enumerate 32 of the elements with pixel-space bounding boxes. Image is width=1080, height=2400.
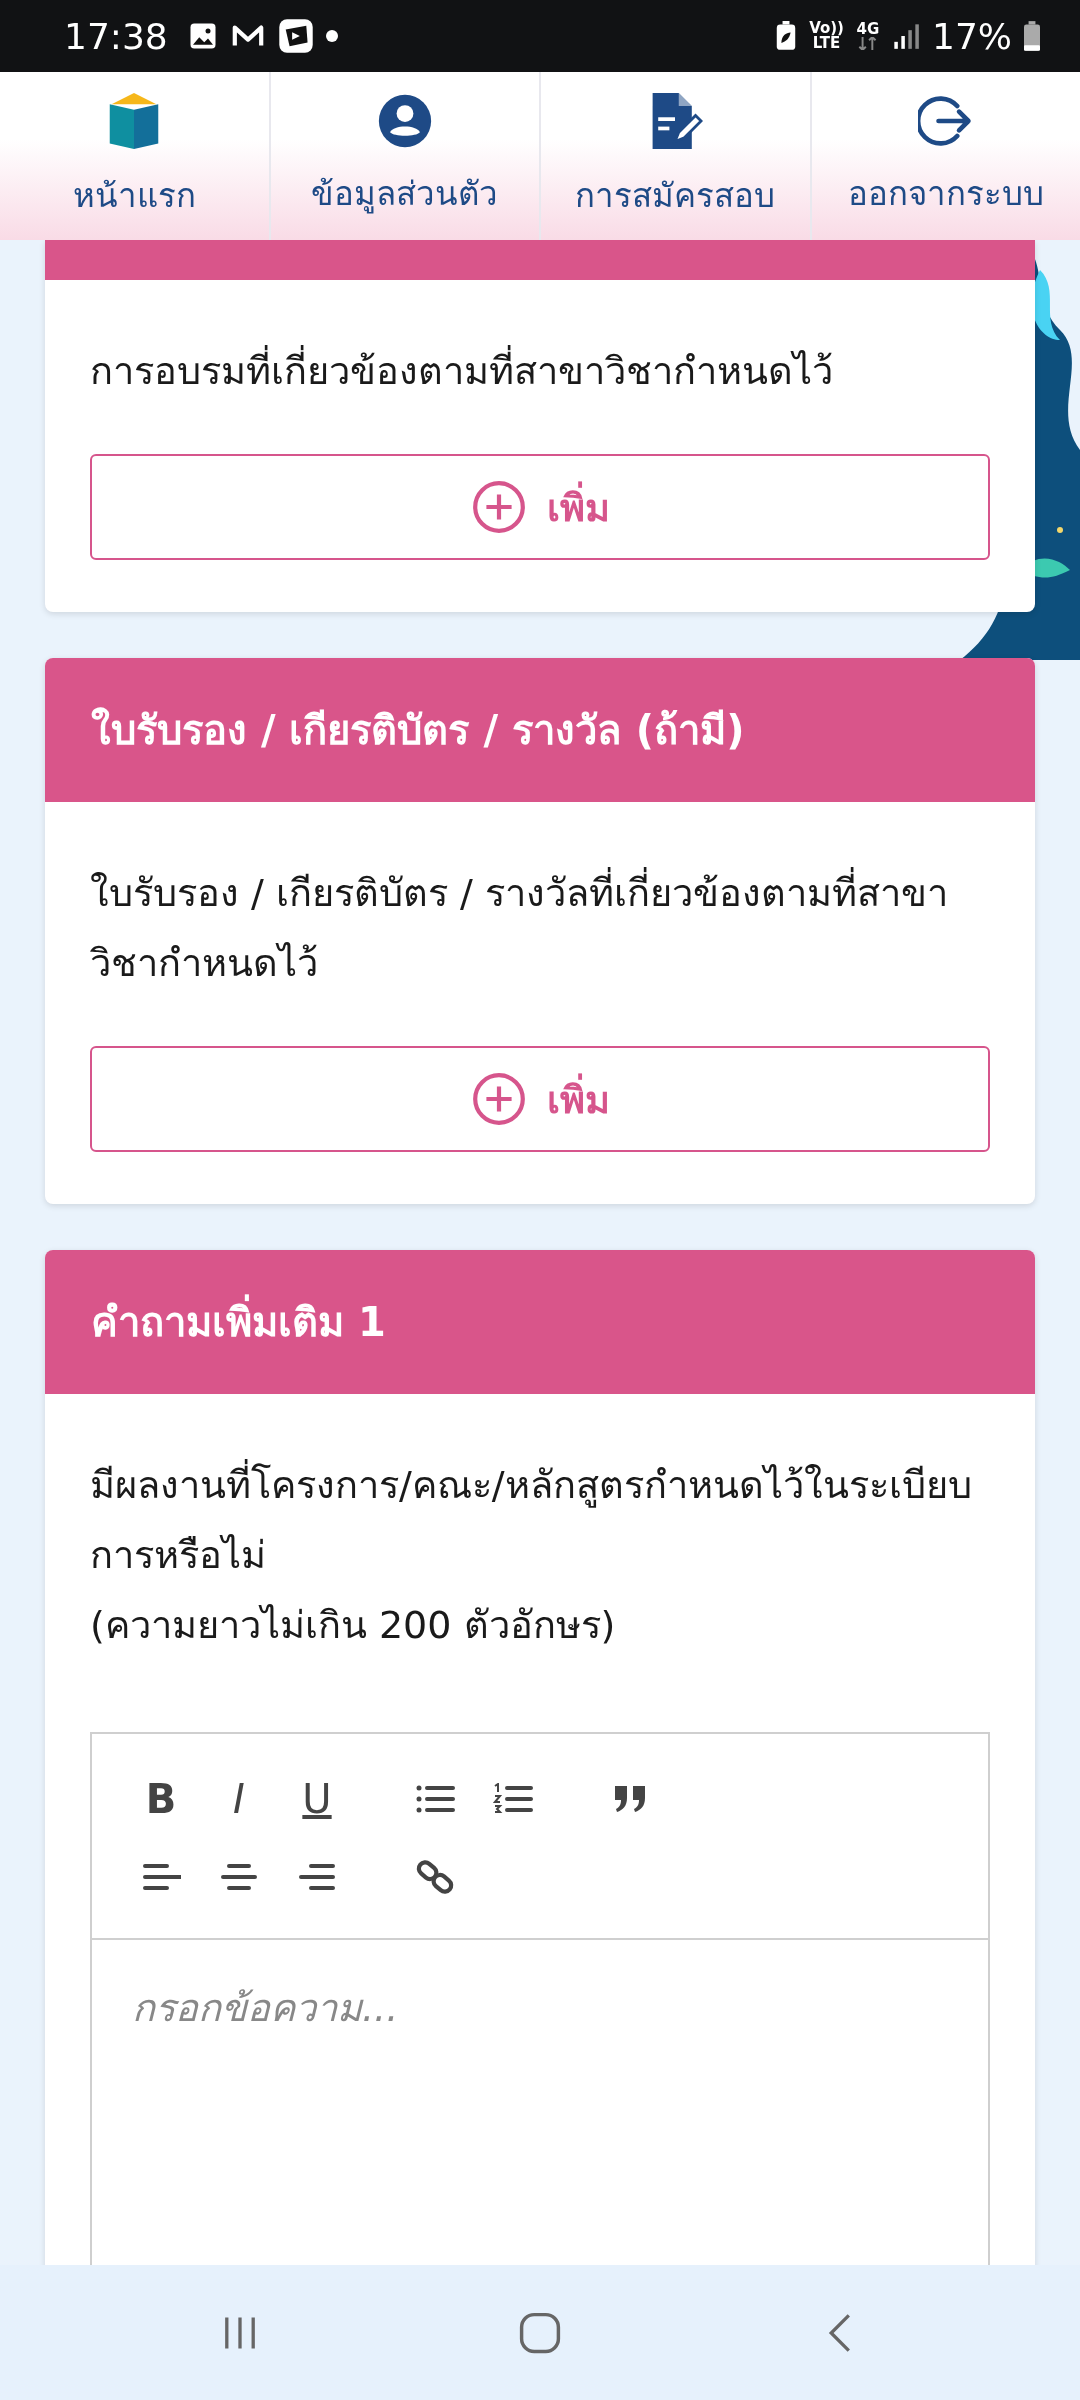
length-note: (ความยาวไม่เกิน 200 ตัวอักษร) (90, 1602, 617, 1649)
user-icon (376, 92, 433, 149)
link-icon (416, 1858, 454, 1896)
battery-saver-icon (775, 21, 798, 51)
volte-label: Vo)) (809, 21, 844, 36)
align-center-icon (219, 1862, 259, 1892)
numbered-list-icon (493, 1783, 533, 1815)
section-title: คำถามเพิ่มเติม 1 (87, 1286, 993, 1358)
nav-tab[interactable]: ออกจากระบบ (811, 72, 1080, 240)
text-input-field[interactable]: กรอกข้อความ... (92, 1940, 988, 2265)
add-button[interactable]: เพิ่ม (90, 454, 990, 560)
section-title: ใบรับรอง / เกียรติบัตร / รางวัล (ถ้ามี) (90, 706, 746, 755)
section-description: ใบรับรอง / เกียรติบัตร / รางวัลที่เกี่ยวข้องตามที่สาขาวิชากำหนดไว้ (90, 858, 990, 998)
section-description: มีผลงานที่โครงการ/คณะ/หลักสูตรกำหนดไว้ในระเบียบการหรือไม่ (90, 1450, 990, 1590)
section-description: การอบรมที่เกี่ยวข้องตามที่สาขาวิชากำหนดไว้ (90, 336, 990, 406)
bullet-list-icon (415, 1783, 455, 1815)
notification-dot-icon (325, 30, 338, 42)
lte-label: LTE (812, 36, 841, 51)
network-type-label: 4G (856, 22, 880, 37)
plus-circle-icon (470, 1071, 527, 1127)
align-right-icon (297, 1862, 337, 1892)
plus-circle-icon (470, 479, 527, 535)
battery-percent: 17% (932, 15, 1012, 57)
underline-button[interactable]: U (278, 1768, 356, 1830)
align-left-icon (141, 1862, 181, 1892)
battery-icon (1024, 21, 1040, 51)
add-button[interactable]: เพิ่ม (90, 1046, 990, 1152)
bold-button[interactable]: B (122, 1768, 200, 1830)
signal-icon (892, 22, 920, 50)
video-app-icon (277, 18, 314, 54)
clock-time: 17:38 (64, 15, 168, 57)
italic-button[interactable]: I (200, 1768, 278, 1830)
